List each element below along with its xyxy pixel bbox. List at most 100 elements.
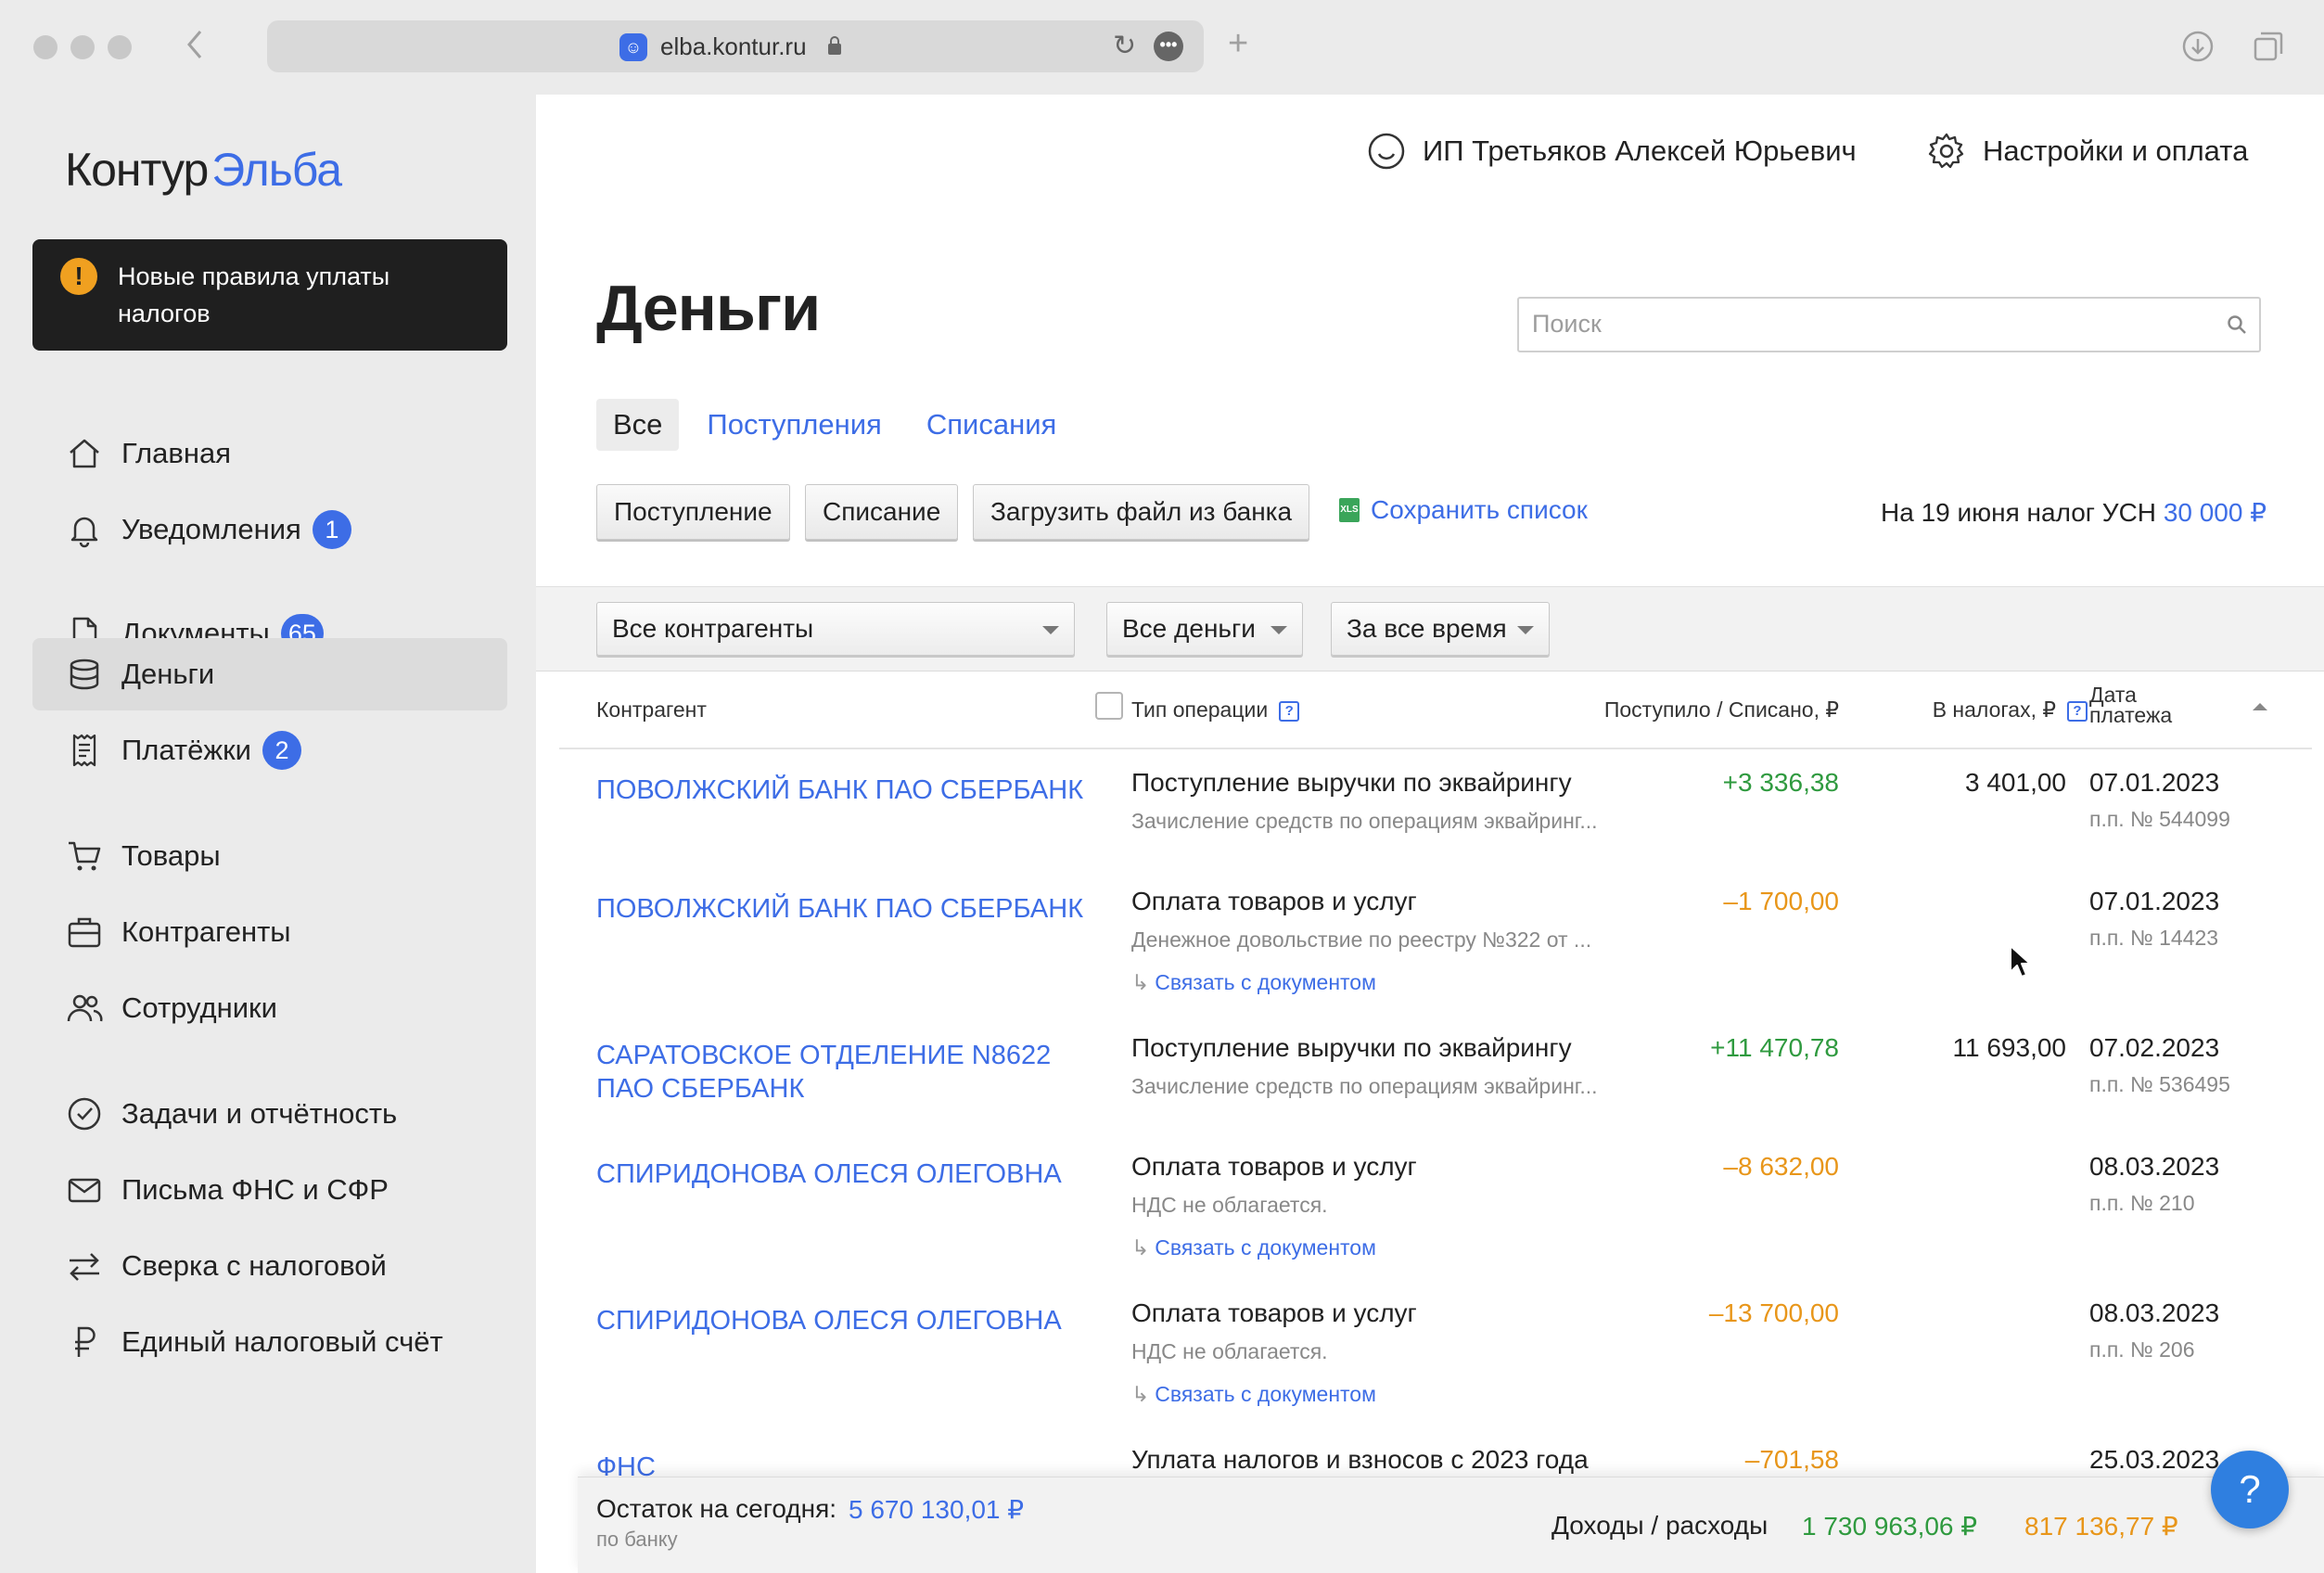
sort-asc-icon[interactable] bbox=[2253, 703, 2267, 710]
row-date: 07.01.2023 bbox=[2089, 887, 2220, 915]
chevron-down-icon bbox=[1042, 626, 1059, 634]
link-document-link[interactable]: ↳ Связать с документом bbox=[1131, 1235, 1376, 1260]
tax-note-text: На 19 июня налог УСН bbox=[1881, 498, 2157, 527]
column-counterparty[interactable]: Контрагент bbox=[596, 697, 707, 723]
notifications-badge: 1 bbox=[312, 510, 351, 549]
income-expense-label: Доходы / расходы bbox=[1551, 1511, 1769, 1540]
tab-income[interactable]: Поступления bbox=[690, 399, 898, 451]
sidebar-item-label: Главная bbox=[121, 437, 231, 469]
address-bar[interactable]: ☺ elba.kontur.ru ↻ ••• bbox=[267, 20, 1204, 72]
row-operation-type: Уплата налогов и взносов с 2023 года bbox=[1131, 1445, 1589, 1474]
sidebar-item-single-tax-account[interactable]: Единый налоговый счёт bbox=[32, 1306, 507, 1378]
row-payment-number: п.п. № 210 bbox=[2089, 1191, 2195, 1215]
row-counterparty-link[interactable]: СПИРИДОНОВА ОЛЕСЯ ОЛЕГОВНА bbox=[596, 1304, 1116, 1337]
link-arrow-icon: ↳ bbox=[1131, 1235, 1150, 1260]
link-document-link[interactable]: ↳ Связать с документом bbox=[1131, 970, 1376, 995]
back-icon[interactable] bbox=[184, 26, 206, 70]
tabs-overview-icon[interactable] bbox=[2252, 30, 2285, 70]
sidebar-item-employees[interactable]: Сотрудники bbox=[32, 972, 507, 1044]
sidebar-item-label: Единый налоговый счёт bbox=[121, 1325, 443, 1358]
row-description: НДС не облагается. bbox=[1131, 1339, 1328, 1363]
window-close-button[interactable] bbox=[33, 35, 57, 59]
row-tax: 3 401,00 bbox=[1965, 768, 2066, 797]
link-arrow-icon: ↳ bbox=[1131, 1382, 1150, 1406]
coins-icon bbox=[64, 654, 105, 695]
window-zoom-button[interactable] bbox=[108, 35, 132, 59]
logo-elba: Эльба bbox=[211, 144, 342, 196]
row-amount: –13 700,00 bbox=[1708, 1298, 1839, 1327]
tab-all[interactable]: Все bbox=[596, 399, 680, 451]
add-income-button[interactable]: Поступление bbox=[596, 484, 790, 540]
money-filter-dropdown[interactable]: Все деньги bbox=[1106, 602, 1303, 656]
save-list-label: Сохранить список bbox=[1371, 495, 1588, 524]
column-date-line2: платежа bbox=[2089, 703, 2173, 727]
balance-label: Остаток на сегодня: bbox=[596, 1494, 837, 1523]
sidebar-item-goods[interactable]: Товары bbox=[32, 820, 507, 892]
link-document-link[interactable]: ↳ Связать с документом bbox=[1131, 1382, 1376, 1407]
sidebar-item-tax-reconciliation[interactable]: Сверка с налоговой bbox=[32, 1230, 507, 1302]
add-expense-button[interactable]: Списание bbox=[805, 484, 959, 540]
more-icon[interactable]: ••• bbox=[1154, 32, 1183, 61]
user-menu[interactable]: ИП Третьяков Алексей Юрьевич bbox=[1367, 132, 1857, 171]
upload-bank-file-button[interactable]: Загрузить файл из банка bbox=[973, 484, 1310, 540]
operation-tabs: Все Поступления Списания bbox=[596, 399, 1084, 451]
lock-icon bbox=[827, 35, 842, 56]
search-icon[interactable] bbox=[2226, 313, 2248, 340]
help-button[interactable]: ? bbox=[2211, 1451, 2289, 1528]
chevron-down-icon bbox=[1271, 626, 1287, 634]
row-payment-number: п.п. № 544099 bbox=[2089, 807, 2230, 831]
download-icon[interactable] bbox=[2181, 30, 2215, 70]
search-field[interactable] bbox=[1517, 297, 2261, 352]
select-all-checkbox[interactable] bbox=[1095, 692, 1123, 720]
row-counterparty-link[interactable]: СПИРИДОНОВА ОЛЕСЯ ОЛЕГОВНА bbox=[596, 1157, 1116, 1191]
settings-link[interactable]: Настройки и оплата bbox=[1927, 132, 2248, 171]
row-operation-type: Оплата товаров и услуг bbox=[1131, 1152, 1417, 1181]
tax-rules-alert[interactable]: ! Новые правила уплаты налогов bbox=[32, 239, 507, 351]
column-date[interactable]: Дата платежа bbox=[2089, 683, 2173, 727]
sidebar-item-fns-letters[interactable]: Письма ФНС и СФР bbox=[32, 1154, 507, 1226]
row-operation-type: Поступление выручки по эквайрингу bbox=[1131, 768, 1572, 797]
save-list-link[interactable]: XLS Сохранить список bbox=[1339, 495, 1588, 525]
sidebar-item-notifications[interactable]: Уведомления 1 bbox=[32, 493, 507, 566]
alert-text: Новые правила уплаты налогов bbox=[118, 262, 390, 327]
column-date-line1: Дата bbox=[2089, 683, 2137, 707]
window-minimize-button[interactable] bbox=[70, 35, 95, 59]
page-title: Деньги bbox=[596, 272, 821, 344]
sidebar-item-tasks[interactable]: Задачи и отчётность bbox=[32, 1078, 507, 1150]
logo[interactable]: КонтурЭльба bbox=[65, 143, 342, 197]
counterparty-filter-dropdown[interactable]: Все контрагенты bbox=[596, 602, 1075, 656]
help-icon[interactable]: ? bbox=[1279, 700, 1300, 722]
row-description: Зачисление средств по операциям эквайрин… bbox=[1131, 1074, 1598, 1098]
reload-icon[interactable]: ↻ bbox=[1113, 30, 1136, 62]
row-date: 07.02.2023 bbox=[2089, 1033, 2220, 1062]
row-amount: +3 336,38 bbox=[1722, 768, 1839, 797]
row-amount: +11 470,78 bbox=[1710, 1033, 1839, 1062]
row-counterparty-link[interactable]: ПОВОЛЖСКИЙ БАНК ПАО СБЕРБАНК bbox=[596, 892, 1116, 926]
sidebar-item-counterparties[interactable]: Контрагенты bbox=[32, 896, 507, 968]
row-date: 25.03.2023 bbox=[2089, 1445, 2220, 1474]
xls-icon: XLS bbox=[1339, 498, 1360, 522]
help-icon[interactable]: ? bbox=[2067, 700, 2088, 722]
row-description: НДС не облагается. bbox=[1131, 1193, 1328, 1217]
settings-label: Настройки и оплата bbox=[1983, 134, 2249, 167]
balance-amount[interactable]: 5 670 130,01 ₽ bbox=[849, 1494, 1024, 1525]
receipt-icon bbox=[64, 730, 105, 771]
sidebar-item-home[interactable]: Главная bbox=[32, 417, 507, 490]
search-input[interactable] bbox=[1532, 310, 2181, 339]
site-favicon-icon: ☺ bbox=[619, 33, 647, 61]
new-tab-icon[interactable]: + bbox=[1228, 26, 1248, 61]
row-payment-number: п.п. № 206 bbox=[2089, 1337, 2195, 1362]
tab-expense[interactable]: Списания bbox=[910, 399, 1073, 451]
row-payment-number: п.п. № 536495 bbox=[2089, 1072, 2230, 1096]
row-date: 08.03.2023 bbox=[2089, 1152, 2220, 1181]
sidebar-item-money[interactable]: Деньги bbox=[32, 638, 507, 710]
row-counterparty-link[interactable]: САРАТОВСКОЕ ОТДЕЛЕНИЕ N8622 ПАО СБЕРБАНК bbox=[596, 1039, 1116, 1106]
row-counterparty-link[interactable]: ПОВОЛЖСКИЙ БАНК ПАО СБЕРБАНК bbox=[596, 774, 1116, 807]
period-filter-dropdown[interactable]: За все время bbox=[1331, 602, 1550, 656]
mail-icon bbox=[64, 1170, 105, 1210]
browser-chrome: ☺ elba.kontur.ru ↻ ••• + bbox=[0, 0, 2324, 95]
tax-note-amount[interactable]: 30 000 ₽ bbox=[2164, 498, 2267, 527]
column-amount[interactable]: Поступило / Списано, ₽ bbox=[1579, 697, 1839, 723]
sidebar-item-label: Сотрудники bbox=[121, 991, 277, 1024]
sidebar-item-payments[interactable]: Платёжки 2 bbox=[32, 714, 507, 786]
